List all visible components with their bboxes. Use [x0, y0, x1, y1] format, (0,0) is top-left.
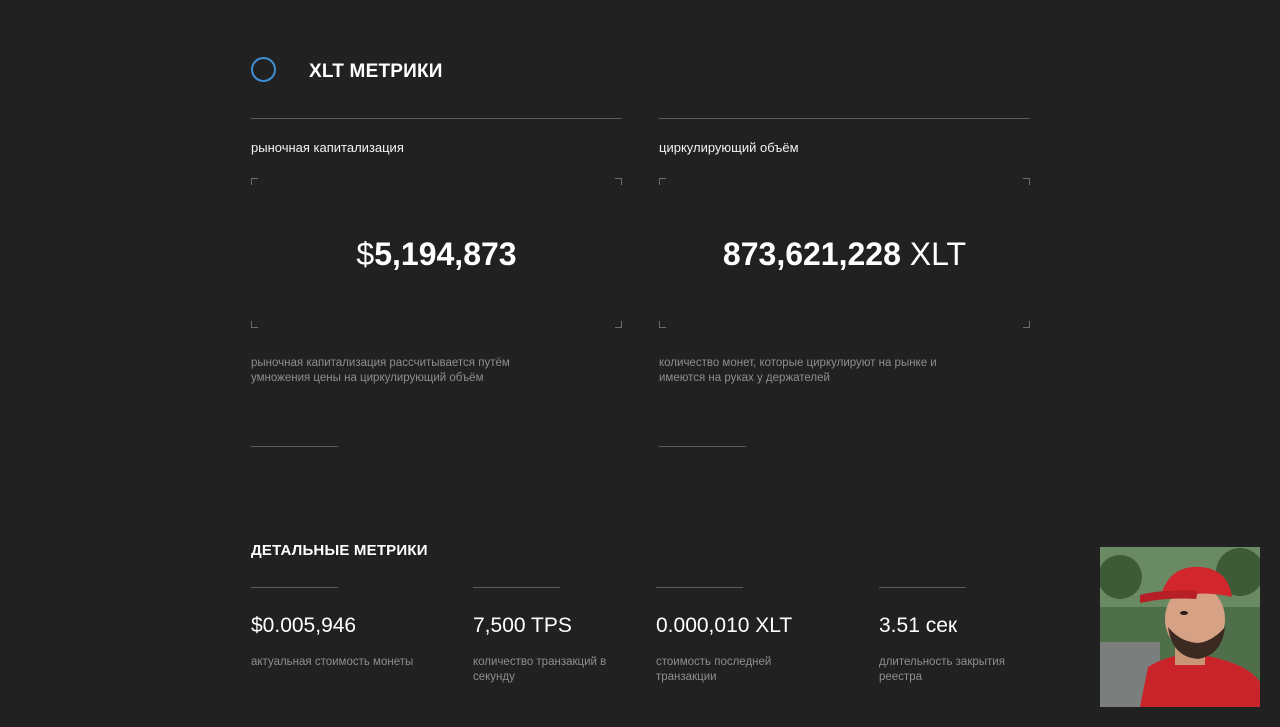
detail-value: 7,500 TPS: [473, 614, 572, 637]
market-cap-amount: 5,194,873: [374, 236, 517, 272]
currency-symbol: $: [356, 236, 375, 272]
detail-label: длительность закрытия реестра: [879, 656, 1005, 683]
divider: [251, 118, 622, 119]
detail-value: $0.005,946: [251, 614, 357, 637]
circulating-supply-amount: 873,621,228: [722, 236, 901, 272]
corner-mark: [1023, 178, 1030, 185]
market-cap-value: $5,194,873: [251, 236, 622, 273]
webcam-overlay: [1100, 547, 1260, 707]
section-title: XLT МЕТРИКИ: [309, 61, 443, 82]
short-divider: [251, 587, 338, 588]
circulating-supply-value: 873,621,228 XLT: [659, 236, 1030, 273]
corner-mark: [251, 321, 258, 328]
detail-label: стоимость последней транзакции: [656, 656, 772, 683]
circulating-supply-panel: циркулирующий объём 873,621,228 XLT коли…: [659, 118, 1030, 447]
circulating-supply-unit: XLT: [909, 236, 967, 272]
corner-mark: [615, 321, 622, 328]
detail-value: 3.51 сек: [879, 614, 958, 637]
corner-mark: [615, 178, 622, 185]
divider: [659, 118, 1030, 119]
detail-label: актуальная стоимость монеты: [251, 656, 414, 668]
corner-mark: [251, 178, 258, 185]
market-cap-value-box: $5,194,873: [251, 178, 622, 328]
market-cap-label: рыночная капитализация: [251, 140, 404, 155]
corner-mark: [1023, 321, 1030, 328]
details-title: ДЕТАЛЬНЫЕ МЕТРИКИ: [251, 542, 428, 559]
circulating-supply-description: количество монет, которые циркулируют на…: [659, 357, 937, 384]
short-divider: [251, 446, 338, 447]
webcam-person-icon: [1100, 547, 1260, 707]
market-cap-description: рыночная капитализация рассчитывается пу…: [251, 357, 510, 384]
short-divider: [659, 446, 746, 447]
metrics-page: XLT МЕТРИКИ рыночная капитализация $5,19…: [0, 0, 1280, 727]
circle-logo-icon: [251, 57, 276, 82]
market-cap-panel: рыночная капитализация $5,194,873 рыночн…: [251, 118, 622, 447]
corner-mark: [659, 178, 666, 185]
detail-value: 0.000,010 XLT: [656, 614, 793, 637]
circulating-supply-label: циркулирующий объём: [659, 140, 799, 155]
short-divider: [473, 587, 560, 588]
short-divider: [656, 587, 743, 588]
circulating-supply-value-box: 873,621,228 XLT: [659, 178, 1030, 328]
corner-mark: [659, 321, 666, 328]
short-divider: [879, 587, 966, 588]
detail-label: количество транзакций в секунду: [473, 656, 607, 683]
